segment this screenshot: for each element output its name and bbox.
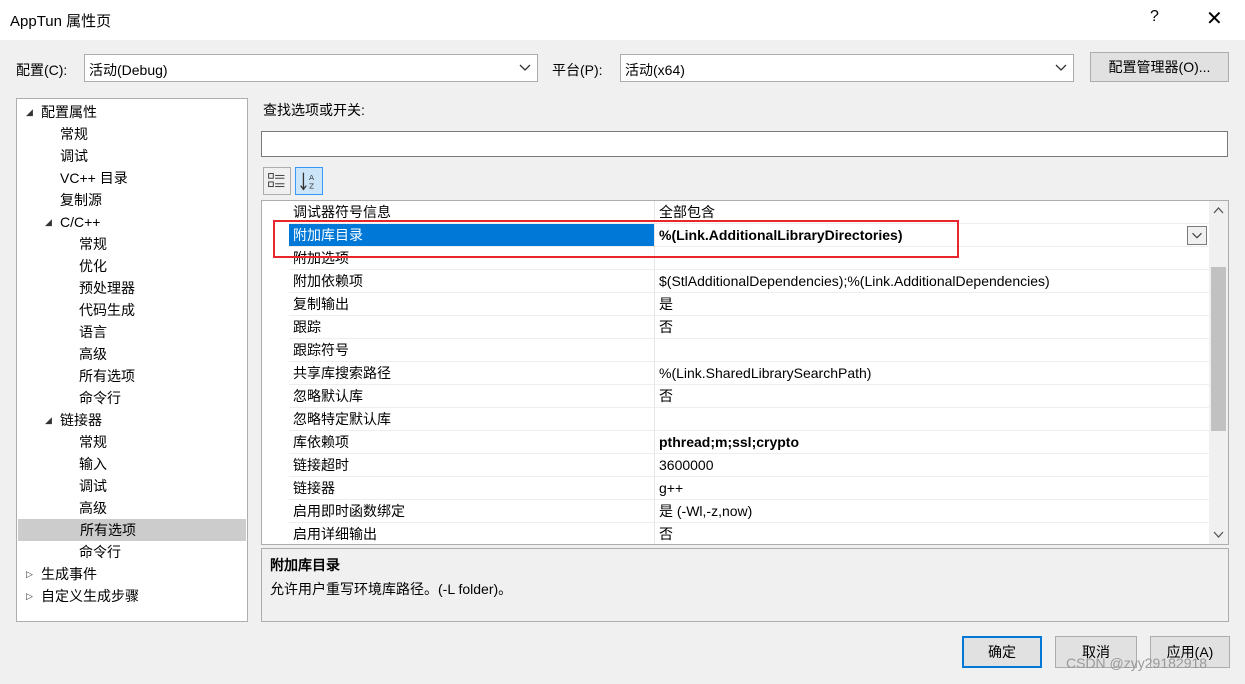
tree-item-label: 预处理器 — [79, 280, 135, 296]
search-label: 查找选项或开关: — [263, 102, 365, 118]
property-name: 链接超时 — [289, 454, 654, 477]
tree-item-label: 常规 — [60, 126, 88, 142]
tree-item-label: 自定义生成步骤 — [41, 588, 139, 604]
scrollbar-thumb[interactable] — [1211, 267, 1226, 431]
tree-item-label: 调试 — [60, 148, 88, 164]
tree-item-label: 常规 — [79, 434, 107, 450]
property-row[interactable]: 复制输出是 — [262, 293, 1209, 316]
sort-az-icon: A Z — [300, 172, 314, 191]
tree-item-label: 高级 — [79, 500, 107, 516]
platform-combo[interactable]: 活动(x64) — [620, 54, 1074, 82]
chevron-down-icon — [519, 64, 531, 71]
tree-item-label: 调试 — [79, 478, 107, 494]
property-name: 复制输出 — [289, 293, 654, 316]
property-name: 忽略特定默认库 — [289, 408, 654, 431]
property-name: 共享库搜索路径 — [289, 362, 654, 385]
property-value — [654, 339, 1209, 362]
vertical-scrollbar[interactable] — [1209, 201, 1228, 544]
property-row[interactable]: 库依赖项 pthread;m;ssl;crypto — [262, 431, 1209, 454]
tree-item-label: 高级 — [79, 346, 107, 362]
property-value: 否 — [654, 523, 1209, 544]
property-value: 3600000 — [654, 454, 1209, 477]
search-input[interactable] — [261, 131, 1228, 157]
chevron-down-icon — [1192, 232, 1202, 239]
chevron-down-icon — [1055, 64, 1067, 71]
config-combo[interactable]: 活动(Debug) — [84, 54, 538, 82]
platform-combo-value: 活动(x64) — [625, 62, 685, 78]
property-row[interactable]: 共享库搜索路径 %(Link.SharedLibrarySearchPath) — [262, 362, 1209, 385]
tree-item[interactable]: 所有选项 — [18, 519, 246, 541]
alphabetical-view-button[interactable]: A Z — [295, 167, 323, 195]
svg-text:Z: Z — [309, 181, 314, 190]
tree-item-label: 语言 — [79, 324, 107, 340]
property-value: $(StlAdditionalDependencies);%(Link.Addi… — [654, 270, 1209, 293]
config-label: 配置(C): — [16, 62, 68, 78]
tree-item-label: 命令行 — [79, 390, 121, 406]
description-panel: 附加库目录 允许用户重写环境库路径。(-L folder)。 — [261, 548, 1229, 622]
property-name: 启用即时函数绑定 — [289, 500, 654, 523]
property-row[interactable]: 链接器 g++ — [262, 477, 1209, 500]
scroll-up-icon[interactable] — [1209, 201, 1228, 220]
watermark: CSDN @zyy29182918 — [1066, 655, 1208, 671]
property-row[interactable]: 忽略默认库否 — [262, 385, 1209, 408]
help-button[interactable]: ? — [1150, 8, 1159, 26]
close-button[interactable]: ✕ — [1206, 6, 1223, 31]
tree-item-label: 生成事件 — [41, 566, 97, 582]
property-row[interactable]: 链接超时 3600000 — [262, 454, 1209, 477]
tree-item-label: 所有选项 — [79, 368, 135, 384]
scroll-down-icon[interactable] — [1209, 525, 1228, 544]
property-row[interactable]: 启用即时函数绑定是 (-Wl,-z,now) — [262, 500, 1209, 523]
property-name: 链接器 — [289, 477, 654, 500]
collapse-icon[interactable]: ◢ — [45, 409, 52, 431]
tree-item-label: 输入 — [79, 456, 107, 472]
property-row[interactable]: 跟踪符号 — [262, 339, 1209, 362]
config-combo-value: 活动(Debug) — [89, 62, 168, 78]
highlight-annotation — [273, 220, 959, 258]
property-row[interactable]: 跟踪否 — [262, 316, 1209, 339]
tree-item-label: 链接器 — [60, 412, 102, 428]
ok-button[interactable]: 确定 — [962, 636, 1042, 668]
property-row[interactable]: 附加依赖项 $(StlAdditionalDependencies);%(Link… — [262, 270, 1209, 293]
value-dropdown-button[interactable] — [1187, 226, 1207, 245]
categorized-view-button[interactable] — [263, 167, 291, 195]
category-tree: ◢ 配置属性 常规 调试 VC++ 目录 复制源 ◢ C/C++ 常规 优化 预处理器 代码生成 语言高… — [16, 98, 248, 622]
tree-item-label: 命令行 — [79, 544, 121, 560]
tree-item-label: 复制源 — [60, 192, 102, 208]
property-name: 库依赖项 — [289, 431, 654, 454]
tree-item-label: C/C++ — [60, 214, 101, 230]
property-name: 启用详细输出 — [289, 523, 654, 544]
collapse-icon[interactable]: ◢ — [45, 211, 52, 233]
tree-item-label: 优化 — [79, 258, 107, 274]
expand-icon[interactable]: ▷ — [26, 585, 33, 607]
property-row[interactable]: 忽略特定默认库 — [262, 408, 1209, 431]
tree-item-label: 配置属性 — [41, 104, 97, 120]
property-value: 否 — [654, 316, 1209, 339]
tree-item-label: 所有选项 — [80, 522, 136, 538]
property-value — [654, 408, 1209, 431]
description-title: 附加库目录 — [270, 557, 340, 573]
property-value: 否 — [654, 385, 1209, 408]
tree-item-label: VC++ 目录 — [60, 170, 128, 186]
collapse-icon[interactable]: ◢ — [26, 101, 33, 123]
property-value: pthread;m;ssl;crypto — [654, 431, 1209, 454]
platform-label: 平台(P): — [552, 62, 603, 78]
property-row[interactable]: 启用详细输出否 — [262, 523, 1209, 544]
property-value: 是 — [654, 293, 1209, 316]
property-name: 附加依赖项 — [289, 270, 654, 293]
tree-item-label: 代码生成 — [79, 302, 135, 318]
property-value: g++ — [654, 477, 1209, 500]
tree-item-label: 常规 — [79, 236, 107, 252]
property-value: 是 (-Wl,-z,now) — [654, 500, 1209, 523]
property-name: 忽略默认库 — [289, 385, 654, 408]
description-text: 允许用户重写环境库路径。(-L folder)。 — [270, 581, 513, 597]
window-title: AppTun 属性页 — [10, 13, 112, 30]
config-manager-button[interactable]: 配置管理器(O)... — [1090, 52, 1229, 82]
title-bar: AppTun 属性页 ? ✕ — [0, 0, 1245, 40]
expand-icon[interactable]: ▷ — [26, 563, 33, 585]
categorized-icon — [268, 173, 285, 188]
property-name: 跟踪符号 — [289, 339, 654, 362]
property-name: 跟踪 — [289, 316, 654, 339]
property-value: %(Link.SharedLibrarySearchPath) — [654, 362, 1209, 385]
